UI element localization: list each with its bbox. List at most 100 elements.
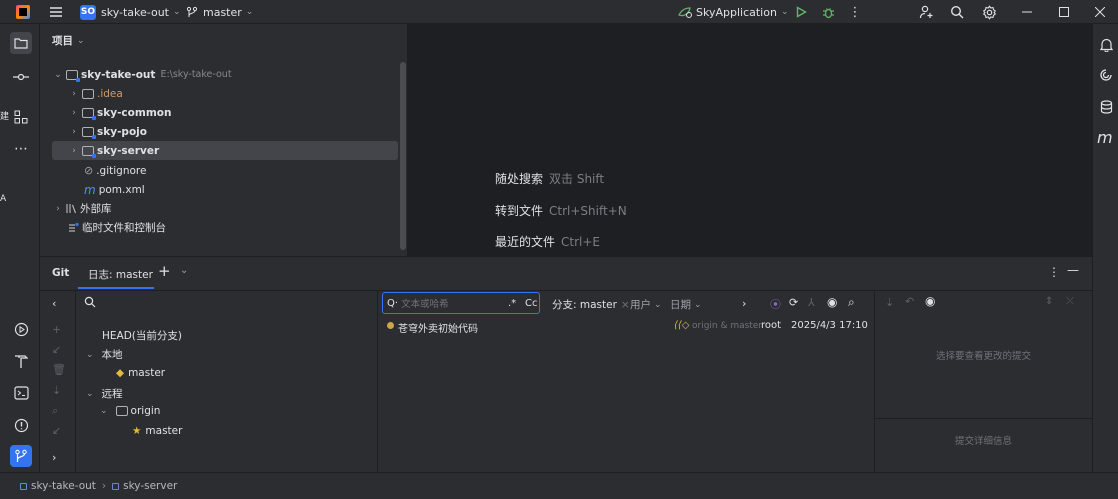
debug-icon[interactable] bbox=[821, 0, 835, 24]
branch-label: master bbox=[128, 367, 166, 379]
branch-filter-label: 分支: master bbox=[552, 299, 617, 311]
expand-right-icon[interactable]: › bbox=[52, 451, 56, 464]
chevron-down-icon[interactable]: ⌄ bbox=[180, 265, 188, 276]
breadcrumb-project[interactable]: sky-take-out bbox=[31, 480, 96, 492]
chevron-right-icon[interactable]: › bbox=[52, 204, 64, 214]
title-bar: SO sky-take-out ⌄ master ⌄ SkyApplicatio… bbox=[0, 0, 1118, 24]
expand-icon[interactable]: ⇕ bbox=[1045, 296, 1053, 307]
tab-log-master[interactable]: 日志: master bbox=[88, 267, 153, 282]
branch-group-origin[interactable]: ⌄ origin bbox=[100, 405, 160, 417]
more-actions-icon[interactable]: ⋮ bbox=[849, 0, 862, 24]
user-filter[interactable]: 用户 ⌄ bbox=[630, 297, 662, 312]
maven-tool-icon[interactable]: m bbox=[1097, 128, 1113, 147]
add-user-icon[interactable] bbox=[918, 0, 934, 24]
hide-panel-icon[interactable]: — bbox=[1067, 263, 1079, 277]
add-tab-icon[interactable]: + bbox=[158, 262, 171, 280]
tree-item-sky-take-out[interactable]: ⌄ sky-take-out E:\sky-take-out bbox=[52, 65, 232, 84]
view-options-icon[interactable]: ◉ bbox=[925, 294, 935, 308]
branch-label: 本地 bbox=[101, 349, 123, 361]
chevron-right-icon[interactable]: › bbox=[68, 89, 80, 99]
maximize-icon[interactable] bbox=[1058, 0, 1070, 24]
problems-tool-icon[interactable] bbox=[10, 414, 32, 436]
project-name: sky-take-out bbox=[101, 5, 169, 19]
new-branch-icon[interactable]: + bbox=[52, 323, 61, 336]
update-icon[interactable]: ↙ bbox=[52, 343, 61, 356]
notifications-bell-icon[interactable] bbox=[1099, 38, 1113, 52]
tree-item-sky-common[interactable]: › sky-common bbox=[68, 103, 171, 122]
tree-item-sky-pojo[interactable]: › sky-pojo bbox=[68, 122, 147, 141]
branch-origin-master[interactable]: ★ master bbox=[132, 425, 182, 437]
tree-item-external-libraries[interactable]: › 外部库 bbox=[52, 199, 111, 218]
date-filter[interactable]: 日期 ⌄ bbox=[670, 297, 702, 312]
tree-item-idea[interactable]: › .idea bbox=[68, 84, 123, 103]
settings-gear-icon[interactable] bbox=[981, 0, 997, 24]
more-tools-icon[interactable]: ⋯ bbox=[10, 138, 32, 160]
terminal-tool-icon[interactable] bbox=[10, 382, 32, 404]
main-menu-icon[interactable] bbox=[48, 0, 64, 24]
chevron-right-icon[interactable]: › bbox=[68, 127, 80, 137]
tree-item-gitignore[interactable]: ⊘ .gitignore bbox=[84, 161, 146, 180]
graph-options-icon[interactable]: ⅄ bbox=[808, 296, 815, 309]
ignore-file-icon: ⊘ bbox=[84, 164, 94, 177]
revert-icon[interactable]: ↶ bbox=[905, 295, 914, 308]
tree-item-label: sky-common bbox=[97, 106, 172, 119]
close-icon[interactable] bbox=[1094, 0, 1106, 24]
database-icon[interactable] bbox=[1099, 100, 1113, 114]
ai-assistant-icon[interactable] bbox=[1099, 68, 1113, 82]
more-options-icon[interactable]: ⋮ bbox=[1048, 265, 1060, 279]
branch-head[interactable]: HEAD(当前分支) bbox=[102, 328, 182, 343]
build-hammer-icon[interactable] bbox=[10, 350, 32, 372]
log-search-input[interactable]: Q· 文本或哈希 .* Cc bbox=[382, 292, 540, 314]
app-logo-icon[interactable] bbox=[16, 0, 30, 24]
branches-search-icon[interactable] bbox=[84, 296, 96, 308]
fetch-icon[interactable]: ↙ bbox=[52, 424, 61, 437]
collapse-left-icon[interactable]: ‹ bbox=[52, 297, 56, 310]
git-tool-icon[interactable] bbox=[10, 445, 32, 467]
branch-switcher[interactable]: master ⌄ bbox=[186, 0, 253, 24]
chevron-down-icon[interactable]: ⌄ bbox=[52, 70, 64, 80]
search-icon[interactable]: ⌕ bbox=[52, 404, 58, 418]
cherry-pick-icon[interactable]: ⇣ bbox=[885, 296, 894, 309]
run-icon[interactable] bbox=[794, 0, 808, 24]
tree-item-label: 临时文件和控制台 bbox=[82, 222, 166, 234]
branch-filter[interactable]: 分支: master × bbox=[552, 297, 630, 312]
compare-icon[interactable]: ⇣ bbox=[52, 384, 61, 397]
git-panel: Git 日志: master + ⌄ ⋮ — ‹ + ↙ 🗑 ⇣ ⌕ ↙ › H… bbox=[40, 256, 1092, 473]
breadcrumb-module[interactable]: sky-server bbox=[123, 480, 177, 492]
commit-row[interactable]: 苍穹外卖初始代码 ⟨⟨◇ origin & master root 2025/4… bbox=[378, 318, 875, 336]
search-icon[interactable] bbox=[949, 0, 965, 24]
clear-filter-icon[interactable]: × bbox=[621, 299, 630, 311]
structure-tool-icon[interactable] bbox=[10, 106, 32, 128]
module-icon bbox=[112, 482, 120, 490]
search-icon: Q· bbox=[387, 297, 399, 309]
branch-group-remote[interactable]: ⌄ 远程 bbox=[86, 386, 123, 401]
delete-icon[interactable]: 🗑 bbox=[52, 363, 66, 376]
view-options-icon[interactable]: ◉ bbox=[827, 295, 837, 309]
chevron-right-icon[interactable]: › bbox=[68, 146, 80, 156]
project-tool-icon[interactable] bbox=[10, 32, 32, 54]
run-config-selector[interactable]: SkyApplication ⌄ bbox=[677, 0, 788, 24]
regex-toggle[interactable]: .* bbox=[508, 298, 516, 309]
tab-git[interactable]: Git bbox=[52, 267, 69, 279]
log-search-icon[interactable]: ⌕ bbox=[848, 295, 855, 310]
project-scrollbar[interactable] bbox=[400, 62, 406, 250]
module-folder-icon bbox=[82, 145, 96, 158]
tree-item-scratches[interactable]: 临时文件和控制台 bbox=[68, 218, 166, 237]
minimize-icon[interactable] bbox=[1021, 0, 1033, 24]
tree-item-pom-xml[interactable]: m pom.xml bbox=[84, 180, 145, 199]
project-switcher[interactable]: SO sky-take-out ⌄ bbox=[80, 0, 181, 24]
more-filters-icon[interactable]: › bbox=[742, 297, 746, 310]
project-panel-header[interactable]: 项目 ⌄ bbox=[52, 33, 85, 48]
services-tool-icon[interactable] bbox=[10, 318, 32, 340]
match-case-toggle[interactable]: Cc bbox=[525, 298, 537, 309]
chevron-down-icon: ⌄ bbox=[86, 388, 94, 399]
branch-group-local[interactable]: ⌄ 本地 bbox=[86, 347, 123, 362]
branch-local-master[interactable]: ◆ master bbox=[116, 367, 165, 379]
commit-tool-icon[interactable] bbox=[10, 66, 32, 88]
refresh-icon[interactable]: ⟳ bbox=[789, 296, 798, 309]
tree-item-sky-server[interactable]: › sky-server bbox=[52, 141, 398, 160]
cherry-pick-icon[interactable]: ⦿ bbox=[770, 296, 781, 312]
chevron-right-icon[interactable]: › bbox=[68, 108, 80, 118]
chevron-down-icon: ⌄ bbox=[100, 406, 108, 416]
collapse-icon[interactable]: ⤫ bbox=[1066, 296, 1074, 307]
